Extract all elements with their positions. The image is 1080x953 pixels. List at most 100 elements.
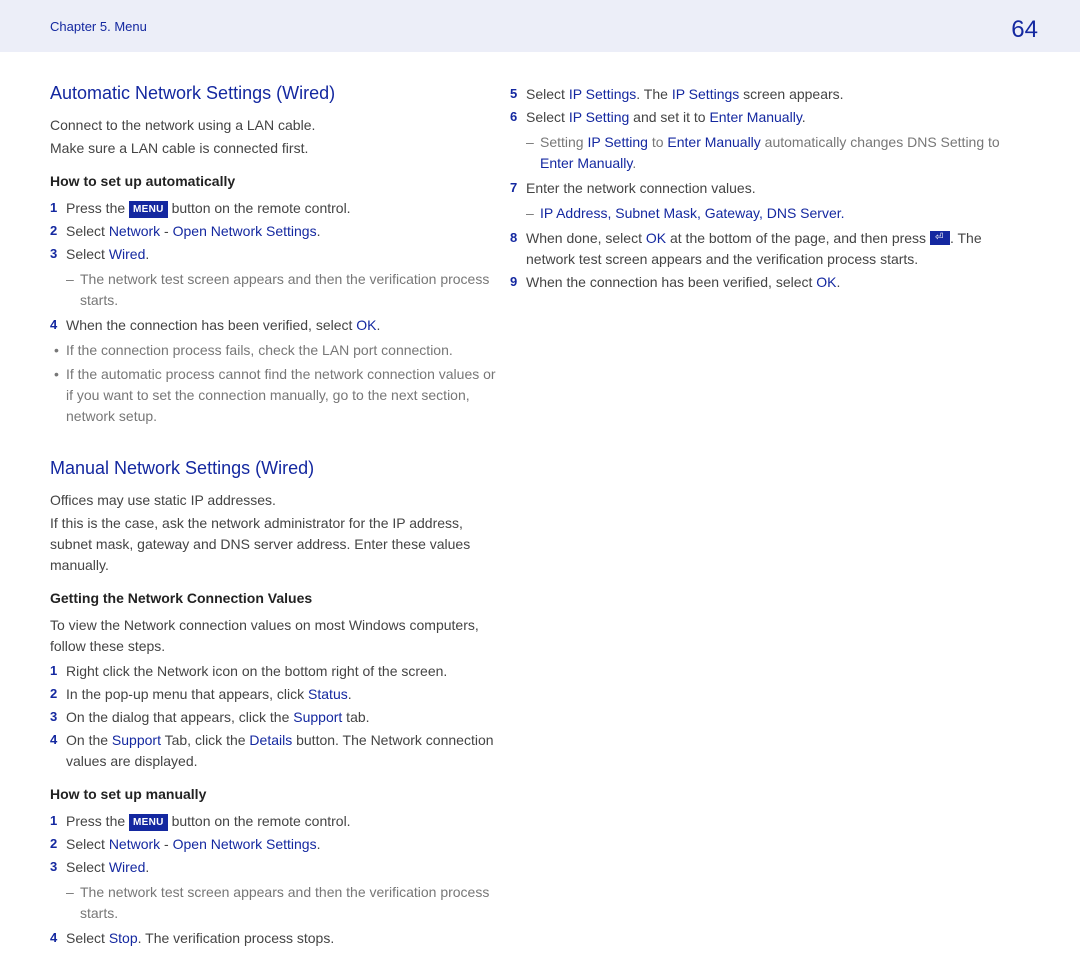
link-wired[interactable]: Wired xyxy=(109,246,146,262)
step-item: 9 When the connection has been verified,… xyxy=(510,272,1030,293)
step-item: 6 Select IP Setting and set it to Enter … xyxy=(510,107,1030,128)
link-open-network-settings[interactable]: Open Network Settings xyxy=(173,223,317,239)
text: . xyxy=(317,223,321,239)
right-column: 5 Select IP Settings. The IP Settings sc… xyxy=(500,52,1030,953)
step-item: 8 When done, select OK at the bottom of … xyxy=(510,228,1030,270)
link-enter-manually[interactable]: Enter Manually xyxy=(540,155,632,171)
text: . xyxy=(377,317,381,333)
body-text: Offices may use static IP addresses. xyxy=(50,490,500,511)
step-item: 1 Press the MENU button on the remote co… xyxy=(50,811,500,832)
text: Press the xyxy=(66,200,129,216)
left-column: Automatic Network Settings (Wired) Conne… xyxy=(0,52,500,953)
manual-steps-continued-2: 7Enter the network connection values. xyxy=(510,178,1030,199)
manual-steps-list-cont: 4 Select Stop. The verification process … xyxy=(50,928,500,949)
link-status[interactable]: Status xyxy=(308,686,348,702)
text: On the dialog that appears, click the xyxy=(66,709,293,725)
step-item: 4 On the Support Tab, click the Details … xyxy=(50,730,500,772)
link-ok[interactable]: OK xyxy=(816,274,836,290)
body-text: Connect to the network using a LAN cable… xyxy=(50,115,500,136)
text: automatically changes DNS Setting to xyxy=(761,134,1000,150)
link-enter-manually[interactable]: Enter Manually xyxy=(667,134,760,150)
link-ok[interactable]: OK xyxy=(356,317,376,333)
text: Press the xyxy=(66,813,129,829)
link-dns-server[interactable]: DNS Server xyxy=(767,205,841,221)
text: and set it to xyxy=(629,109,709,125)
text: On the xyxy=(66,732,112,748)
sub-note: Setting IP Setting to Enter Manually aut… xyxy=(510,132,1030,174)
manual-steps-continued-3: 8 When done, select OK at the bottom of … xyxy=(510,228,1030,293)
link-network[interactable]: Network xyxy=(109,836,160,852)
note-item: If the connection process fails, check t… xyxy=(50,340,500,361)
page-header: Chapter 5. Menu 64 xyxy=(0,0,1080,52)
text: button on the remote control. xyxy=(168,200,351,216)
link-open-network-settings[interactable]: Open Network Settings xyxy=(173,836,317,852)
separator: - xyxy=(160,223,172,239)
text: Select xyxy=(526,86,569,102)
chapter-label: Chapter 5. Menu xyxy=(50,17,147,37)
text: . xyxy=(348,686,352,702)
text: Right click the Network icon on the bott… xyxy=(66,663,447,679)
step-item: 2 Select Network - Open Network Settings… xyxy=(50,834,500,855)
text: . xyxy=(317,836,321,852)
manual-steps-list: 1 Press the MENU button on the remote co… xyxy=(50,811,500,878)
link-enter-manually[interactable]: Enter Manually xyxy=(709,109,801,125)
text: . The xyxy=(636,86,672,102)
sub-note-values: IP Address, Subnet Mask, Gateway, DNS Se… xyxy=(510,203,1030,224)
link-details[interactable]: Details xyxy=(249,732,292,748)
text: screen appears. xyxy=(739,86,843,102)
link-stop[interactable]: Stop xyxy=(109,930,138,946)
get-values-steps: 1Right click the Network icon on the bot… xyxy=(50,661,500,772)
step-item: 4 When the connection has been verified,… xyxy=(50,315,500,336)
auto-notes-list: If the connection process fails, check t… xyxy=(50,340,500,427)
text: When done, select xyxy=(526,230,646,246)
link-wired[interactable]: Wired xyxy=(109,859,146,875)
link-subnet-mask[interactable]: Subnet Mask xyxy=(615,205,697,221)
step-item: 1 Press the MENU button on the remote co… xyxy=(50,198,500,219)
separator: , xyxy=(697,205,705,221)
separator: - xyxy=(160,836,172,852)
text: Setting xyxy=(540,134,587,150)
step-item: 2 In the pop-up menu that appears, click… xyxy=(50,684,500,705)
text: When the connection has been verified, s… xyxy=(526,274,816,290)
sub-note: The network test screen appears and then… xyxy=(50,882,500,924)
link-ip-settings[interactable]: IP Settings xyxy=(672,86,739,102)
link-support[interactable]: Support xyxy=(293,709,342,725)
text: Select xyxy=(66,246,109,262)
text: . xyxy=(145,859,149,875)
body-text: Make sure a LAN cable is connected first… xyxy=(50,138,500,159)
text: tab. xyxy=(342,709,369,725)
step-item: 5 Select IP Settings. The IP Settings sc… xyxy=(510,84,1030,105)
body-text: If this is the case, ask the network adm… xyxy=(50,513,500,576)
auto-steps-list-cont: 4 When the connection has been verified,… xyxy=(50,315,500,336)
text: . The verification process stops. xyxy=(138,930,335,946)
page-content: Automatic Network Settings (Wired) Conne… xyxy=(0,52,1080,953)
step-item: 3 On the dialog that appears, click the … xyxy=(50,707,500,728)
link-ip-address[interactable]: IP Address xyxy=(540,205,607,221)
page-number: 64 xyxy=(1011,12,1038,48)
heading-auto-wired: Automatic Network Settings (Wired) xyxy=(50,80,500,107)
manual-steps-continued: 5 Select IP Settings. The IP Settings sc… xyxy=(510,84,1030,128)
step-item: 7Enter the network connection values. xyxy=(510,178,1030,199)
text: . xyxy=(837,274,841,290)
text: Tab, click the xyxy=(161,732,249,748)
text: Select xyxy=(66,836,109,852)
heading-get-values: Getting the Network Connection Values xyxy=(50,588,500,609)
menu-button-icon: MENU xyxy=(129,814,168,831)
link-ip-setting[interactable]: IP Setting xyxy=(587,134,647,150)
text: Select xyxy=(66,223,109,239)
sub-note: The network test screen appears and then… xyxy=(50,269,500,311)
link-ok[interactable]: OK xyxy=(646,230,666,246)
text: . xyxy=(632,155,636,171)
text: Select xyxy=(66,930,109,946)
step-item: 4 Select Stop. The verification process … xyxy=(50,928,500,949)
link-ip-setting[interactable]: IP Setting xyxy=(569,109,629,125)
link-support[interactable]: Support xyxy=(112,732,161,748)
menu-button-icon: MENU xyxy=(129,201,168,218)
link-gateway[interactable]: Gateway xyxy=(705,205,759,221)
link-ip-settings[interactable]: IP Settings xyxy=(569,86,636,102)
note-item: If the automatic process cannot find the… xyxy=(50,364,500,427)
text: button on the remote control. xyxy=(168,813,351,829)
link-network[interactable]: Network xyxy=(109,223,160,239)
heading-manual-wired: Manual Network Settings (Wired) xyxy=(50,455,500,482)
text: . xyxy=(145,246,149,262)
